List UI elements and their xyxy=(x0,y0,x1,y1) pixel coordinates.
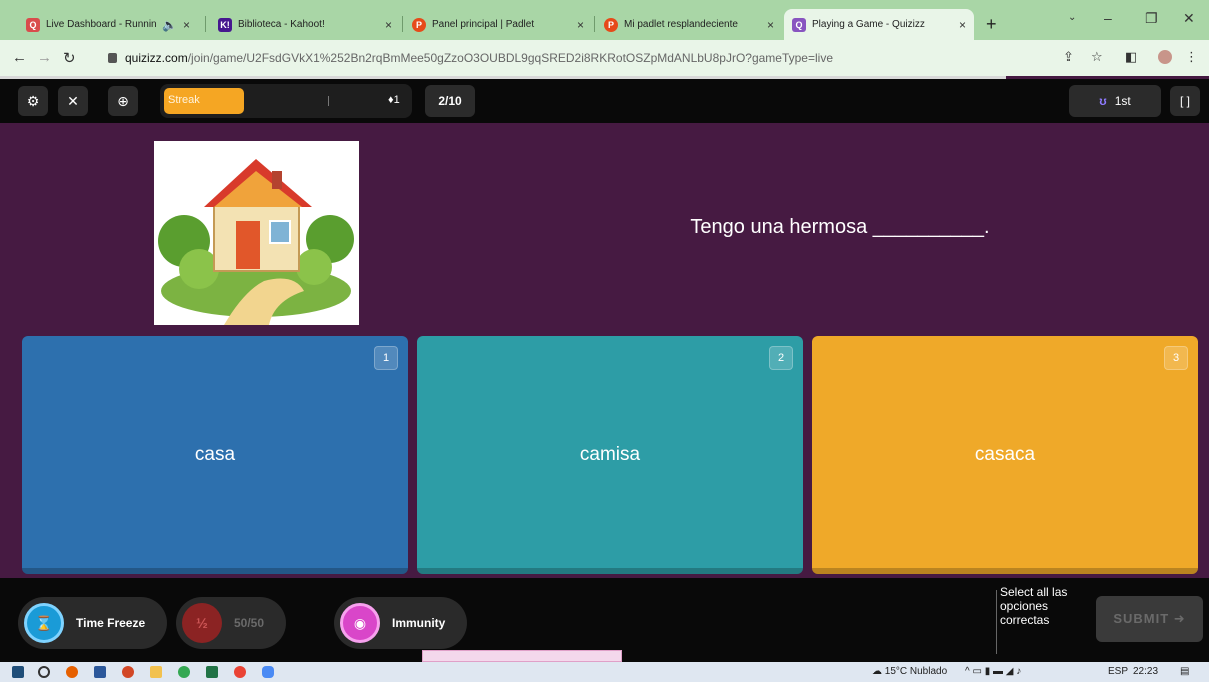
close-icon[interactable]: × xyxy=(385,18,392,32)
word-icon[interactable] xyxy=(94,666,106,678)
tab-live-dashboard[interactable]: Q Live Dashboard - Runnin 🔈 × xyxy=(18,9,198,40)
powerup-fifty-fifty[interactable]: ½ 50/50 xyxy=(176,597,287,649)
rank-icon: ʊ xyxy=(1099,94,1107,108)
tab-kahoot[interactable]: K! Biblioteca - Kahoot! × xyxy=(210,9,400,40)
powerup-time-freeze[interactable]: ⌛ Time Freeze xyxy=(18,597,168,649)
house-illustration xyxy=(158,159,354,325)
chrome-icon[interactable] xyxy=(178,666,190,678)
streak-count: ♦1 xyxy=(388,94,400,106)
option-label: camisa xyxy=(579,444,641,465)
minimize-icon[interactable]: – xyxy=(1104,10,1112,26)
new-tab-button[interactable]: + xyxy=(986,14,997,35)
powerup-immunity[interactable]: ◉ Immunity xyxy=(334,597,468,649)
system-tray-icons[interactable]: ^ ▭ ▮ ▬ ◢ ♪ xyxy=(965,666,1021,677)
close-icon[interactable]: × xyxy=(577,18,584,32)
lock-icon xyxy=(108,53,117,63)
question-counter: 2/10 xyxy=(425,85,475,117)
browser-tab-strip: Q Live Dashboard - Runnin 🔈 × K! Bibliot… xyxy=(0,0,1209,40)
tab-padlet-panel[interactable]: P Panel principal | Padlet × xyxy=(404,9,592,40)
rank-label: 1st xyxy=(1114,94,1131,108)
quizizz-favicon-icon: Q xyxy=(26,17,40,32)
side-panel-icon[interactable]: ◧ xyxy=(1125,49,1137,65)
windows-start-icon[interactable] xyxy=(12,666,24,678)
fullscreen-icon[interactable]: [ ] xyxy=(1170,86,1200,116)
menu-kebab-icon[interactable]: ⋮ xyxy=(1185,49,1198,65)
option-3[interactable]: 3 casaca xyxy=(812,336,1198,574)
close-window-icon[interactable]: ✕ xyxy=(1183,10,1195,27)
address-bar: ← → ↻ quizizz.com/join/game/U2FsdGVkX1%2… xyxy=(0,40,1209,76)
hint-divider xyxy=(996,590,997,654)
time-freeze-icon: ⌛ xyxy=(24,603,64,643)
powerup-label: Time Freeze xyxy=(76,616,146,630)
option-label: casa xyxy=(194,444,236,465)
padlet-favicon-icon: P xyxy=(604,17,618,32)
settings-gear-icon[interactable]: ⚙ xyxy=(18,86,48,116)
file-explorer-icon[interactable] xyxy=(150,666,162,678)
profile-avatar[interactable] xyxy=(1156,48,1174,66)
quizizz-favicon-icon: Q xyxy=(792,17,806,32)
option-number: 3 xyxy=(1164,346,1188,370)
option-label: casaca xyxy=(974,444,1036,465)
padlet-favicon-icon: P xyxy=(412,17,426,32)
chrome-profile-icon[interactable] xyxy=(234,666,246,678)
back-icon[interactable]: ← xyxy=(12,49,27,66)
question-text: Tengo una hermosa __________. xyxy=(690,216,990,238)
url-field[interactable]: quizizz.com/join/game/U2FsdGVkX1%252Bn2r… xyxy=(108,47,1043,69)
music-off-icon[interactable]: ✕ xyxy=(58,86,88,116)
streak-meter: Streak ♦1 xyxy=(160,84,412,118)
language-indicator[interactable]: ESP xyxy=(1108,666,1128,677)
zoom-in-icon[interactable]: ⊕ xyxy=(108,86,138,116)
close-icon[interactable]: × xyxy=(767,18,774,32)
weather-status[interactable]: ☁ 15°C Nublado xyxy=(872,666,947,677)
search-icon[interactable] xyxy=(38,666,50,678)
fifty-fifty-icon: ½ xyxy=(182,603,222,643)
share-icon[interactable]: ⇪ xyxy=(1063,49,1074,65)
notifications-icon[interactable]: ▤ xyxy=(1180,666,1189,677)
select-all-hint: Select all las opciones correctas xyxy=(1000,585,1068,627)
window-preview-thumbnail xyxy=(422,650,622,662)
firefox-icon[interactable] xyxy=(66,666,78,678)
kahoot-favicon-icon: K! xyxy=(218,17,232,32)
tab-playing-quizizz[interactable]: Q Playing a Game - Quizizz × xyxy=(784,9,974,40)
streak-label: Streak xyxy=(168,94,200,106)
forward-icon[interactable]: → xyxy=(37,49,52,66)
close-icon[interactable]: × xyxy=(183,18,190,32)
tab-mi-padlet[interactable]: P Mi padlet resplandeciente × xyxy=(596,9,782,40)
screen: Q Live Dashboard - Runnin 🔈 × K! Bibliot… xyxy=(0,0,1209,682)
excel-icon[interactable] xyxy=(206,666,218,678)
audio-icon: 🔈 xyxy=(162,17,177,32)
option-1[interactable]: 1 casa xyxy=(22,336,408,574)
question-image-house xyxy=(154,141,359,325)
close-icon[interactable]: × xyxy=(959,18,966,32)
submit-button[interactable]: SUBMIT ➜ xyxy=(1096,596,1203,642)
clock[interactable]: 22:23 xyxy=(1133,666,1158,677)
tab-search-icon[interactable]: ⌄ xyxy=(1068,12,1076,23)
option-number: 1 xyxy=(374,346,398,370)
option-2[interactable]: 2 camisa xyxy=(417,336,803,574)
option-number: 2 xyxy=(769,346,793,370)
restore-icon[interactable]: ❐ xyxy=(1145,10,1158,27)
immunity-icon: ◉ xyxy=(340,603,380,643)
app-icon[interactable] xyxy=(122,666,134,678)
reload-icon[interactable]: ↻ xyxy=(63,49,76,67)
rank-badge: ʊ 1st xyxy=(1069,85,1161,117)
bookmark-star-icon[interactable]: ☆ xyxy=(1091,49,1103,65)
powerup-label: 50/50 xyxy=(234,616,265,630)
powerup-label: Immunity xyxy=(392,616,446,630)
active-app-icon[interactable] xyxy=(262,666,274,678)
streak-tick xyxy=(328,96,329,106)
